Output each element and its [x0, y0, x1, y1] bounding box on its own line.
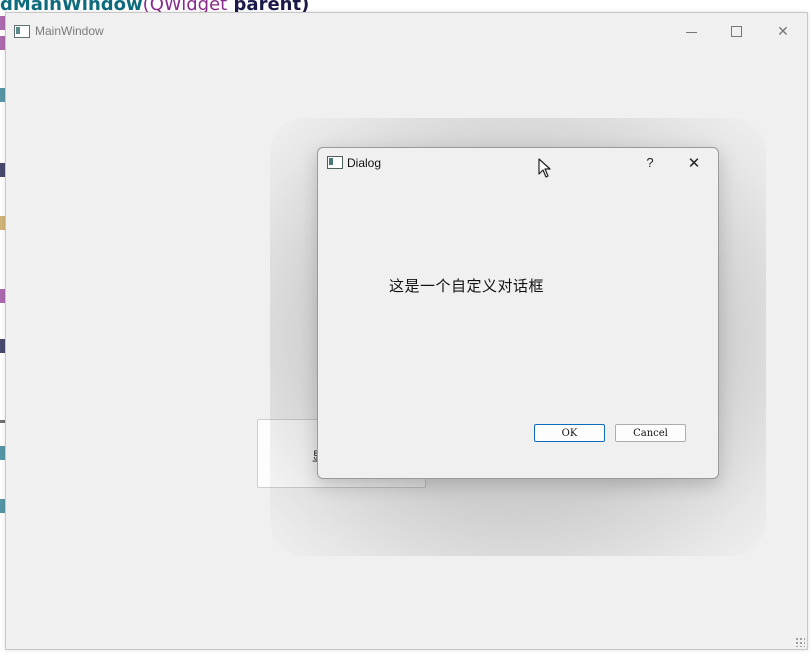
close-button[interactable]: ✕: [772, 21, 794, 43]
resize-grip[interactable]: [795, 637, 805, 647]
app-window-icon: [327, 156, 343, 169]
help-button[interactable]: ?: [640, 153, 660, 173]
app-window-icon: [14, 25, 30, 38]
minimize-icon: [686, 32, 697, 33]
main-window-titlebar[interactable]: MainWindow ✕: [6, 13, 807, 51]
custom-dialog: Dialog ? ✕ 这是一个自定义对话框 OK Cancel: [317, 147, 719, 479]
close-icon: ✕: [687, 154, 701, 172]
maximize-button[interactable]: [726, 21, 748, 43]
maximize-icon: [731, 26, 742, 37]
cancel-button[interactable]: Cancel: [615, 424, 686, 442]
close-icon: ✕: [777, 24, 789, 40]
minimize-button[interactable]: [681, 21, 703, 43]
dialog-title: Dialog: [347, 156, 382, 170]
mouse-cursor-icon: [538, 158, 551, 178]
dialog-close-button[interactable]: ✕: [684, 153, 704, 173]
main-window-title: MainWindow: [35, 24, 104, 38]
ok-button[interactable]: OK: [534, 424, 605, 442]
dialog-message: 这是一个自定义对话框: [389, 277, 545, 295]
